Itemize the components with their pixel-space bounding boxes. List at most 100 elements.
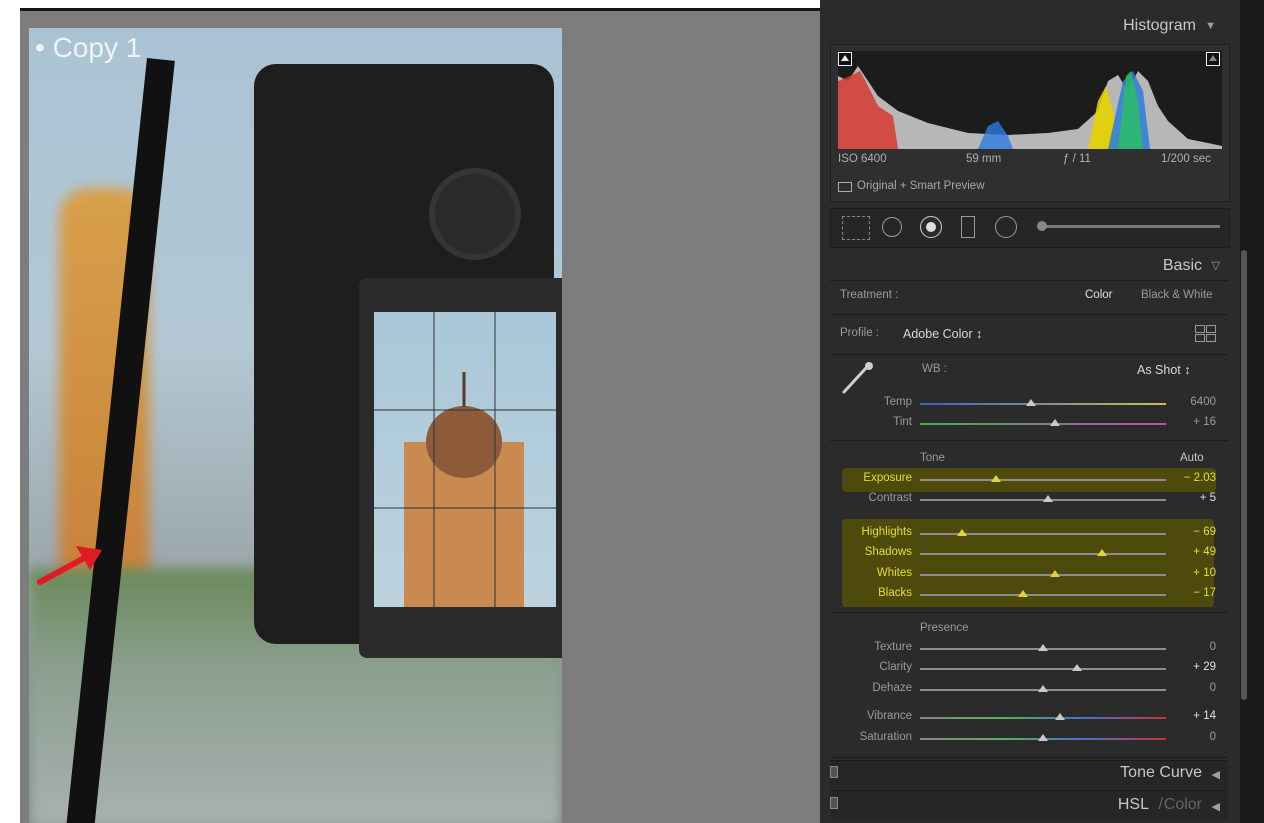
photo-preview[interactable]: • Copy 1 (29, 28, 562, 823)
dome (426, 406, 502, 478)
hsl-collapse-icon[interactable]: ◀ (1212, 800, 1220, 813)
divider (830, 440, 1228, 441)
photo-label: • Copy 1 (35, 32, 142, 63)
vibrance-value[interactable]: + 14 (1176, 710, 1216, 722)
spot-removal-icon[interactable] (882, 217, 902, 237)
tint-slider-handle[interactable] (1050, 419, 1061, 426)
red-arrow-annotation (37, 546, 102, 585)
section-toggle-icon[interactable] (830, 797, 838, 809)
tint-value[interactable]: + 16 (1176, 416, 1216, 428)
lcd-scene (374, 312, 556, 607)
vibrance-slider[interactable] (920, 717, 1166, 719)
exposure-slider[interactable] (920, 479, 1166, 481)
divider (830, 354, 1228, 355)
graduated-filter-icon[interactable] (961, 216, 975, 238)
section-toggle-icon[interactable] (830, 766, 838, 778)
eyedropper-icon[interactable] (840, 360, 876, 396)
camera-dial (429, 168, 521, 260)
shutter-info: 1/200 sec (1161, 153, 1211, 165)
treatment-bw-button[interactable]: Black & White (1141, 289, 1213, 301)
brush-slider[interactable] (1040, 225, 1220, 228)
presence-label: Presence (920, 622, 969, 634)
color-title[interactable]: Color (1164, 796, 1202, 814)
panel-scrollbar[interactable] (1241, 250, 1247, 700)
hsl-title[interactable]: HSL (1118, 796, 1149, 814)
whites-label: Whites (876, 567, 912, 579)
histogram-graph[interactable] (838, 51, 1222, 149)
wb-dropdown[interactable]: As Shot ↕ (1137, 363, 1191, 377)
brush-slider-handle[interactable] (1037, 221, 1047, 231)
highlights-slider-handle[interactable] (956, 529, 967, 536)
auto-button[interactable]: Auto (1180, 452, 1204, 464)
divider (830, 612, 1228, 613)
lightroom-develop-window: • Copy 1 Histogram ▼ ISO 6400 59 mm ƒ / … (0, 0, 1264, 823)
tint-label: Tint (893, 416, 912, 428)
vibrance-label: Vibrance (866, 710, 912, 722)
divider (830, 280, 1228, 281)
temp-slider-handle[interactable] (1025, 399, 1036, 406)
temp-value[interactable]: 6400 (1176, 396, 1216, 408)
clarity-value[interactable]: + 29 (1176, 661, 1216, 673)
crop-tool-icon[interactable] (842, 216, 870, 240)
whites-slider[interactable] (920, 574, 1166, 576)
contrast-value[interactable]: + 5 (1176, 492, 1216, 504)
blacks-value[interactable]: − 17 (1176, 587, 1216, 599)
shadows-slider-handle[interactable] (1097, 549, 1108, 556)
texture-value[interactable]: 0 (1176, 641, 1216, 653)
highlights-label: Highlights (861, 526, 913, 538)
radial-filter-icon[interactable] (995, 216, 1017, 238)
profile-browser-icon[interactable] (1195, 325, 1216, 342)
collapse-triangle-icon[interactable]: ▼ (1205, 20, 1216, 32)
texture-label: Texture (874, 641, 912, 653)
blacks-slider-handle[interactable] (1018, 590, 1029, 597)
exposure-value[interactable]: − 2.03 (1176, 472, 1216, 484)
texture-slider-handle[interactable] (1038, 644, 1048, 651)
tone-curve-title[interactable]: Tone Curve (1120, 764, 1202, 782)
tone-curve-collapse-icon[interactable]: ◀ (1212, 768, 1220, 781)
smart-preview-icon (838, 182, 852, 192)
saturation-label: Saturation (859, 731, 912, 743)
shadows-slider[interactable] (920, 553, 1166, 555)
wb-label: WB : (922, 363, 947, 375)
profile-dropdown[interactable]: Adobe Color ↕ (903, 327, 982, 341)
dehaze-slider-handle[interactable] (1038, 685, 1048, 692)
basic-collapse-icon[interactable]: ▽ (1212, 259, 1220, 272)
temp-slider[interactable] (920, 403, 1166, 405)
exposure-label: Exposure (863, 472, 912, 484)
shadows-value[interactable]: + 49 (1176, 546, 1216, 558)
camera-lcd (374, 312, 556, 607)
dehaze-label: Dehaze (872, 682, 912, 694)
exposure-slider-handle[interactable] (991, 475, 1002, 482)
profile-label: Profile : (840, 327, 879, 339)
saturation-value[interactable]: 0 (1176, 731, 1216, 743)
hsl-separator: / (1158, 796, 1163, 813)
contrast-label: Contrast (868, 492, 912, 504)
divider (830, 314, 1228, 315)
shadows-label: Shadows (864, 546, 912, 558)
temp-label: Temp (883, 396, 912, 408)
red-eye-icon[interactable] (920, 216, 942, 238)
dehaze-value[interactable]: 0 (1176, 682, 1216, 694)
clarity-slider[interactable] (920, 668, 1166, 670)
highlights-value[interactable]: − 69 (1176, 526, 1216, 538)
vibrance-slider-handle[interactable] (1055, 713, 1066, 720)
clarity-slider-handle[interactable] (1072, 664, 1083, 671)
histogram-title[interactable]: Histogram (1123, 17, 1196, 35)
blacks-slider[interactable] (920, 594, 1166, 596)
focal-info: 59 mm (966, 153, 1002, 165)
clarity-label: Clarity (879, 661, 912, 673)
shadow-clip-indicator[interactable] (838, 52, 852, 66)
whites-slider-handle[interactable] (1050, 570, 1061, 577)
treatment-color-button[interactable]: Color (1085, 289, 1112, 301)
iso-info: ISO 6400 (838, 153, 887, 165)
basic-title[interactable]: Basic (1163, 257, 1202, 275)
highlight-clip-indicator[interactable] (1206, 52, 1220, 66)
aperture-info: ƒ / 11 (1063, 153, 1091, 165)
contrast-slider-handle[interactable] (1042, 495, 1053, 502)
whites-value[interactable]: + 10 (1176, 567, 1216, 579)
blacks-label: Blacks (878, 587, 912, 599)
smart-preview-status[interactable]: Original + Smart Preview (857, 180, 985, 192)
saturation-slider-handle[interactable] (1038, 734, 1048, 741)
tint-slider[interactable] (920, 423, 1166, 425)
treatment-label: Treatment : (840, 289, 899, 301)
